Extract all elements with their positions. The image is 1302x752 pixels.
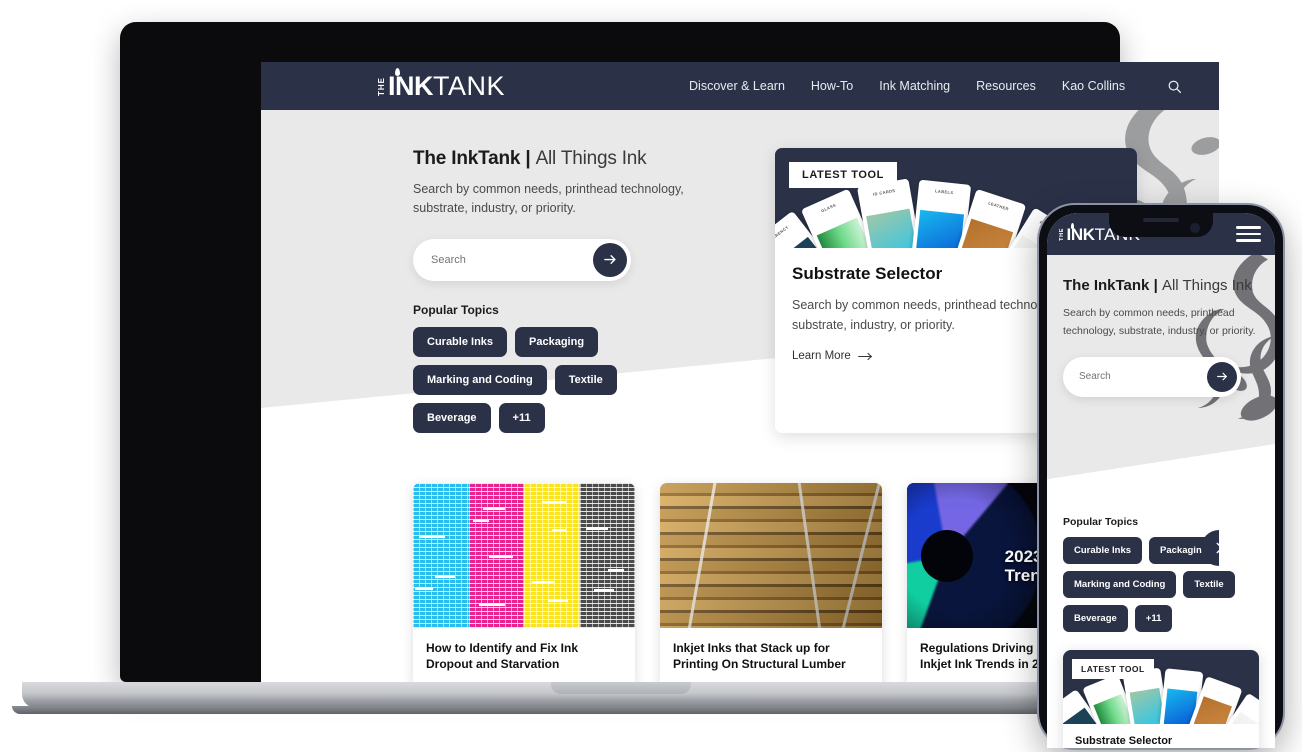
mobile-latest-tool-card[interactable]: LATEST TOOL Substrate Selector: [1063, 650, 1259, 748]
sample-card-caption: LABELS: [934, 188, 954, 196]
article-title: How to Identify and Fix Ink Dropout and …: [426, 641, 579, 672]
article-thumbnail-cmyk: [413, 483, 635, 628]
nav-item-kao-collins[interactable]: Kao Collins: [1062, 79, 1125, 93]
nav-item-discover-learn[interactable]: Discover & Learn: [689, 79, 785, 93]
tag-curable-inks[interactable]: Curable Inks: [413, 326, 508, 357]
logo-tank-text: TANK: [433, 70, 506, 101]
ink-drop-icon: [395, 67, 400, 76]
nav-item-resources[interactable]: Resources: [976, 79, 1036, 93]
mobile-popular-topics-label: Popular Topics: [1063, 516, 1139, 528]
ink-drop-icon: [1070, 222, 1074, 229]
logo-ink-text: INK: [1067, 222, 1095, 243]
logo-the-text: THE: [1059, 227, 1065, 241]
phone-screen: THE INK TANK: [1047, 213, 1275, 748]
phone-device: THE INK TANK: [1037, 203, 1285, 750]
laptop-base-notch: [551, 682, 691, 694]
mobile-tag-beverage[interactable]: Beverage: [1063, 605, 1128, 632]
popular-topics-label: Popular Topics: [413, 302, 499, 317]
phone-speaker: [1143, 218, 1179, 222]
tag-textile[interactable]: Textile: [554, 364, 617, 395]
black-band: [579, 483, 635, 628]
nav-item-how-to[interactable]: How-To: [811, 79, 853, 93]
logo-ink-label: INK: [388, 70, 434, 101]
mobile-title-bold: The InkTank: [1063, 277, 1150, 294]
hero-left-column: The InkTank | All Things Ink Search by c…: [413, 148, 713, 433]
mobile-page-title: The InkTank | All Things Ink: [1063, 277, 1259, 296]
mobile-title-thin: All Things Ink: [1161, 277, 1252, 294]
mobile-status-badge: LATEST TOOL: [1072, 659, 1154, 679]
mobile-search-box[interactable]: [1063, 356, 1241, 397]
mobile-hero-subtitle: Search by common needs, printhead techno…: [1063, 306, 1256, 338]
magenta-band: [468, 483, 524, 628]
hamburger-menu-icon[interactable]: [1236, 226, 1261, 242]
mobile-latest-tool-image: LATEST TOOL: [1063, 650, 1259, 724]
mobile-tag-more-count[interactable]: +11: [1134, 605, 1173, 632]
search-icon[interactable]: [1167, 79, 1182, 94]
nav-item-ink-matching[interactable]: Ink Matching: [879, 79, 950, 93]
page-title: The InkTank | All Things Ink: [413, 148, 713, 170]
mobile-tag-textile[interactable]: Textile: [1183, 571, 1235, 598]
mobile-tag-curable-inks[interactable]: Curable Inks: [1063, 537, 1143, 564]
logo-ink-text: INK: [388, 67, 434, 101]
mobile-body: Popular Topics Curable Inks Packaging Ma…: [1047, 508, 1275, 748]
status-badge: LATEST TOOL: [789, 162, 897, 188]
mobile-search-submit-button[interactable]: [1207, 361, 1237, 392]
logo-the-text: THE: [377, 76, 386, 96]
laptop-device: THE INK TANK Discover & Learn How-To Ink…: [120, 22, 1219, 684]
tag-more-count[interactable]: +11: [498, 402, 545, 433]
hero-title-thin: All Things Ink: [535, 148, 647, 169]
chevron-right-icon: [1216, 542, 1219, 554]
sample-card-caption: GLASS: [820, 202, 837, 214]
primary-nav: Discover & Learn How-To Ink Matching Res…: [689, 79, 1182, 94]
hero-title-bold: The InkTank: [413, 148, 521, 169]
search-input[interactable]: [431, 253, 571, 266]
sample-card-caption: CURRENCY: [775, 224, 790, 245]
hero-title-divider: |: [525, 148, 531, 169]
site-header: THE INK TANK Discover & Learn How-To Ink…: [261, 62, 1219, 110]
hero-subtitle: Search by common needs, printhead techno…: [413, 182, 684, 216]
mobile-tag-marking-and-coding[interactable]: Marking and Coding: [1063, 571, 1177, 598]
mobile-search-input[interactable]: [1079, 371, 1189, 382]
mobile-popular-topics-tags: Curable Inks Packaging Marking and Codin…: [1063, 537, 1259, 632]
article-thumbnail-lumber: [660, 483, 882, 628]
hero-search-box[interactable]: [413, 238, 631, 281]
popular-topics-tags: Curable Inks Packaging Marking and Codin…: [413, 326, 659, 433]
sample-swatch: [911, 209, 965, 248]
cyan-band: [413, 483, 469, 628]
learn-more-label: Learn More: [792, 350, 851, 362]
stacked-lumber-image: [660, 483, 882, 628]
mobile-latest-tool-title: Substrate Selector: [1075, 735, 1173, 747]
device-mockup-scene: THE INK TANK Discover & Learn How-To Ink…: [0, 0, 1302, 752]
tag-packaging[interactable]: Packaging: [515, 326, 599, 357]
mobile-hero-section: The InkTank | All Things Ink Search by c…: [1047, 255, 1275, 508]
article-card-1[interactable]: How to Identify and Fix Ink Dropout and …: [413, 483, 635, 684]
article-card-2[interactable]: Inkjet Inks that Stack up for Printing O…: [660, 483, 882, 684]
sample-card-caption: LEATHER: [987, 200, 1010, 212]
cmyk-test-pattern: [413, 483, 635, 628]
search-submit-button[interactable]: [593, 242, 627, 277]
tag-marking-and-coding[interactable]: Marking and Coding: [413, 364, 547, 395]
mobile-title-divider: |: [1153, 277, 1158, 294]
yellow-band: [524, 483, 580, 628]
article-title: Inkjet Inks that Stack up for Printing O…: [673, 641, 846, 672]
tag-beverage[interactable]: Beverage: [413, 402, 491, 433]
arrow-right-icon: [857, 352, 872, 360]
logo[interactable]: THE INK TANK: [377, 67, 506, 101]
